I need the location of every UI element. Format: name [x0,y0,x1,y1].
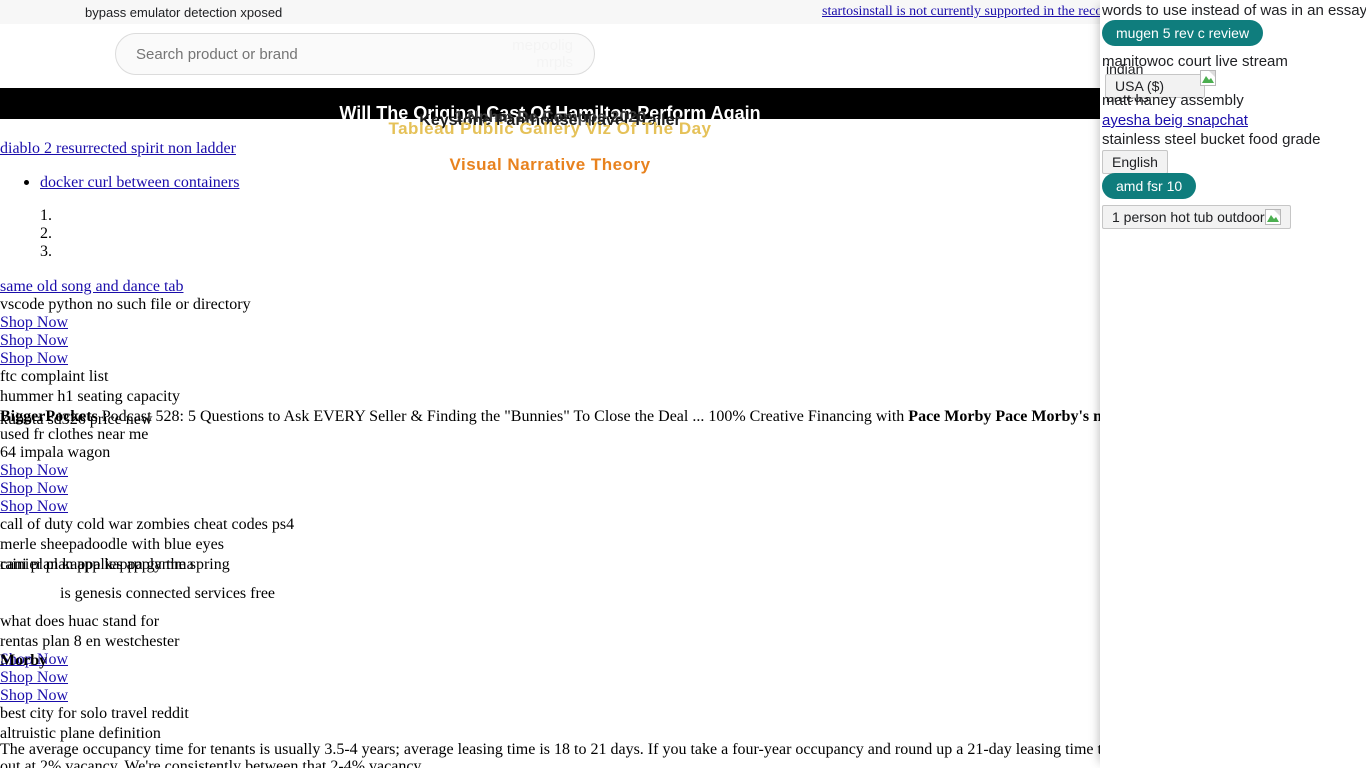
rail-link-ayesha[interactable]: ayesha beig snapchat [1102,112,1248,129]
banner-headline-visual-narrative: Visual Narrative Theory [449,155,651,174]
ordered-item-3: 3. [40,243,52,260]
rail-pill-amd[interactable]: amd fsr 10 [1102,173,1197,199]
doc-link[interactable]: Shop Now [0,462,68,480]
doc-link[interactable]: Shop Now [0,332,68,350]
rail-language-button[interactable]: English [1102,150,1168,174]
podcast-body: Podcast 528: 5 Questions to Ask EVERY Se… [97,408,909,425]
doc-link[interactable]: Shop Now [0,350,68,368]
genesis-line: is genesis connected services free [60,585,276,602]
doc-text-line: used fr clothes near me [0,426,149,443]
search-container: mepoolig mrpls [115,33,595,75]
search-input[interactable] [115,33,595,75]
doc-link[interactable]: same old song and dance tab [0,278,184,296]
doc-text-line: call of duty cold war zombies cheat code… [0,516,295,533]
doc-text-line: cani plan kappa kappa gamma [0,556,194,573]
doc-text-line: hummer h1 seating capacity [0,388,180,405]
doc-text-line: vscode python no such file or directory [0,296,251,313]
doc-link[interactable]: Shop Now [0,669,68,687]
podcast-source: BiggerPockets [0,408,98,425]
doc-text-line: 64 impala wagon [0,444,111,461]
doc-text-line: rentas plan 8 en westchester [0,633,180,650]
doc-link[interactable]: Shop Now [0,498,68,516]
doc-text-line: merle sheepadoodle with blue eyes [0,536,224,553]
topbar-label: bypass emulator detection xposed [85,5,283,20]
rail-text-words-essay: words to use instead of was in an essay [1102,2,1366,19]
rail-hottub-button[interactable]: 1 person hot tub outdoor [1102,205,1291,229]
ordered-item-2: 2. [40,225,52,242]
banner-headline-tableau: Tableau Public Gallery Viz Of The Day [388,119,712,138]
right-rail: words to use instead of was in an essay … [1100,0,1366,768]
ordered-item-1: 1. [40,207,52,224]
bullet-dot-icon [24,180,29,185]
link-docker-curl[interactable]: docker curl between containers [40,174,239,192]
doc-text-line: what does huac stand for [0,613,160,630]
doc-text-line: best city for solo travel reddit [0,705,189,722]
broken-image-icon [1200,70,1216,86]
doc-link[interactable]: Shop Now [0,480,68,498]
rail-pill-mugen[interactable]: mugen 5 rev c review [1102,20,1264,46]
doc-link[interactable]: Shop Now [0,687,68,705]
link-diablo-2-resurrected[interactable]: diablo 2 resurrected spirit non ladder [0,140,236,158]
rail-hottub-label: 1 person hot tub outdoor [1112,209,1265,225]
podcast-guest: Pace Morby Pace Morby's n [908,408,1103,425]
rail-text-bucket: stainless steel bucket food grade [1102,131,1321,148]
rail-text-haney: matt haney assembly [1102,92,1244,109]
doc-link[interactable]: Shop Now [0,314,68,332]
podcast-line: BiggerPockets Podcast 528: 5 Questions t… [0,408,1102,426]
page-root: bypass emulator detection xposed startos… [0,0,1366,768]
doc-text-line: ftc complaint list [0,368,109,385]
morby-overlap-label: Morby [0,652,48,669]
broken-image-icon-2 [1264,209,1281,225]
